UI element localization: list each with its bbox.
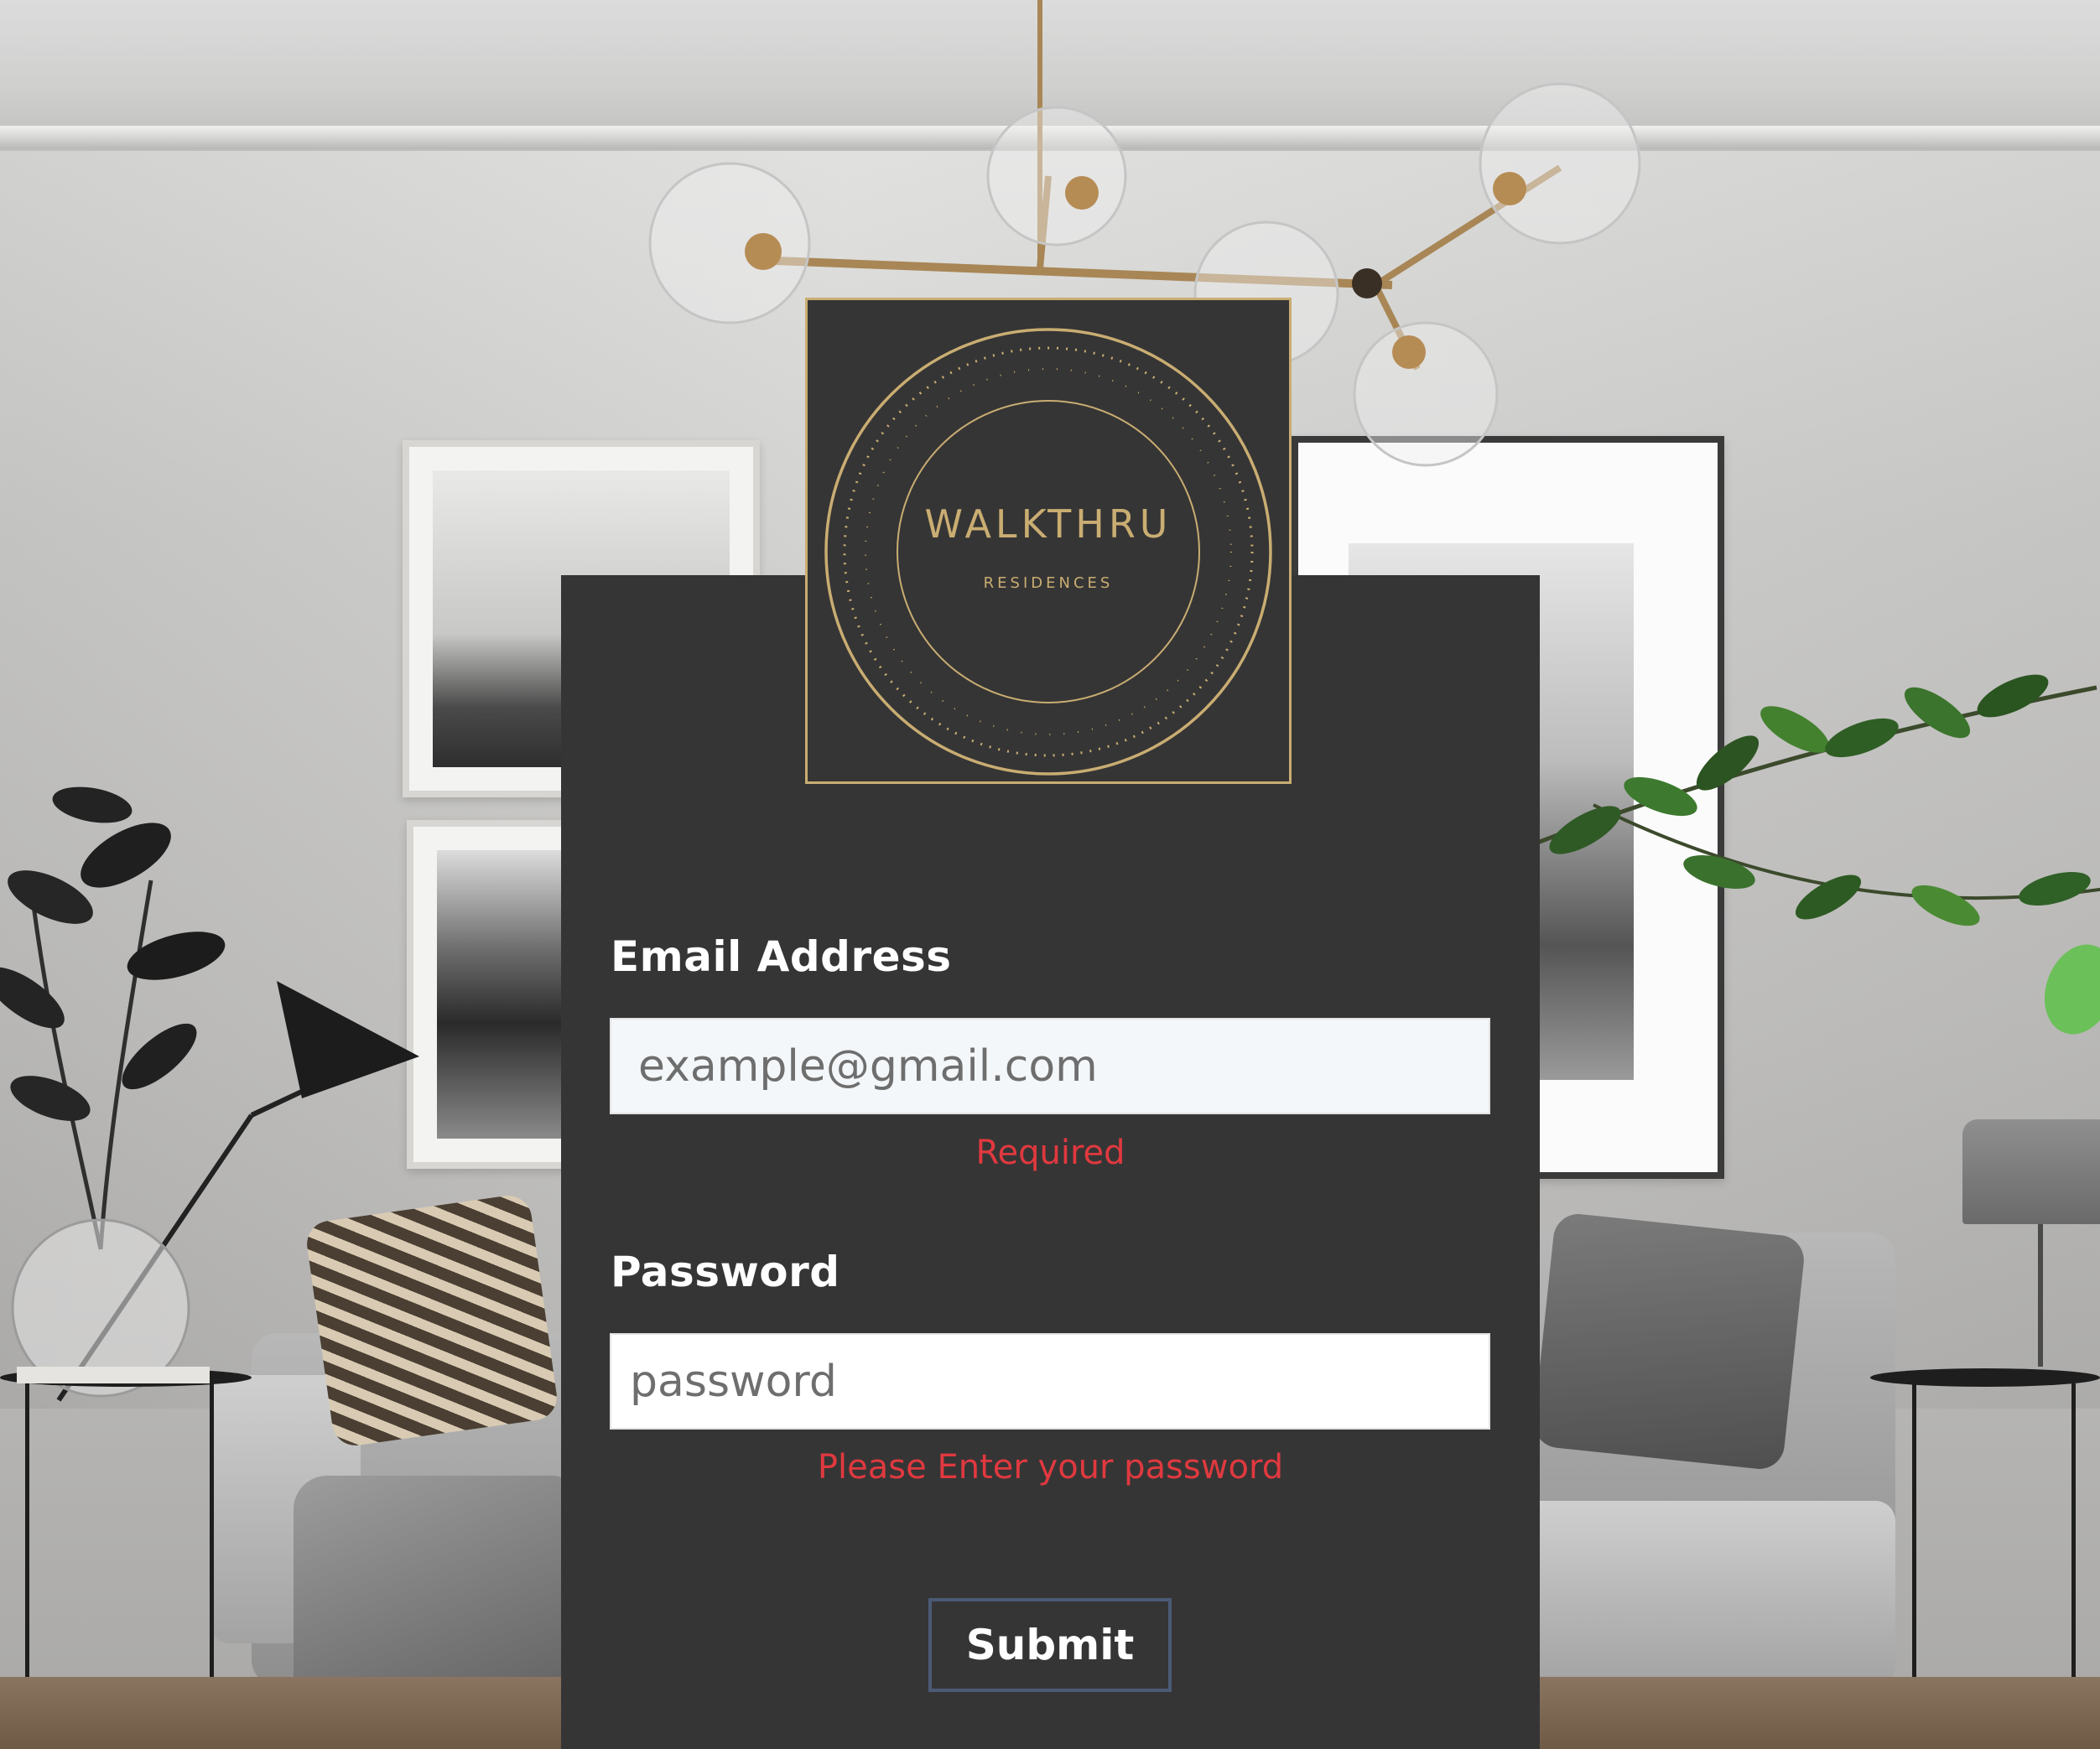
- side-table-right-leg: [1912, 1383, 1916, 1727]
- side-table-left-leg: [25, 1383, 29, 1719]
- table-lamp-shade: [1962, 1119, 2100, 1224]
- email-label: Email Address: [611, 932, 952, 981]
- logo-brand-text: WALKTHRU: [925, 501, 1172, 547]
- side-table-left-leg: [210, 1383, 214, 1719]
- cushion-grey: [1531, 1212, 1806, 1471]
- side-table-right: [1870, 1368, 2100, 1387]
- password-input[interactable]: [610, 1333, 1490, 1430]
- cushion-patterned: [304, 1192, 560, 1449]
- email-error-text: Required: [975, 1134, 1125, 1172]
- logo-emblem-icon: WALKTHRU RESIDENCES: [824, 328, 1272, 776]
- side-table-right-leg: [2071, 1383, 2076, 1727]
- brand-logo: WALKTHRU RESIDENCES: [805, 298, 1292, 784]
- submit-button[interactable]: Submit: [928, 1598, 1172, 1692]
- sofa-right-seat: [1510, 1501, 1895, 1685]
- right-plant: [1526, 674, 2100, 1035]
- password-label: Password: [611, 1248, 840, 1296]
- password-error-text: Please Enter your password: [817, 1448, 1284, 1487]
- books: [17, 1367, 210, 1383]
- logo-tagline-text: RESIDENCES: [984, 574, 1114, 592]
- login-page: WALKTHRU RESIDENCES Email Address Requir…: [0, 0, 2100, 1749]
- table-lamp-stem: [2038, 1224, 2043, 1367]
- email-input[interactable]: [610, 1018, 1490, 1114]
